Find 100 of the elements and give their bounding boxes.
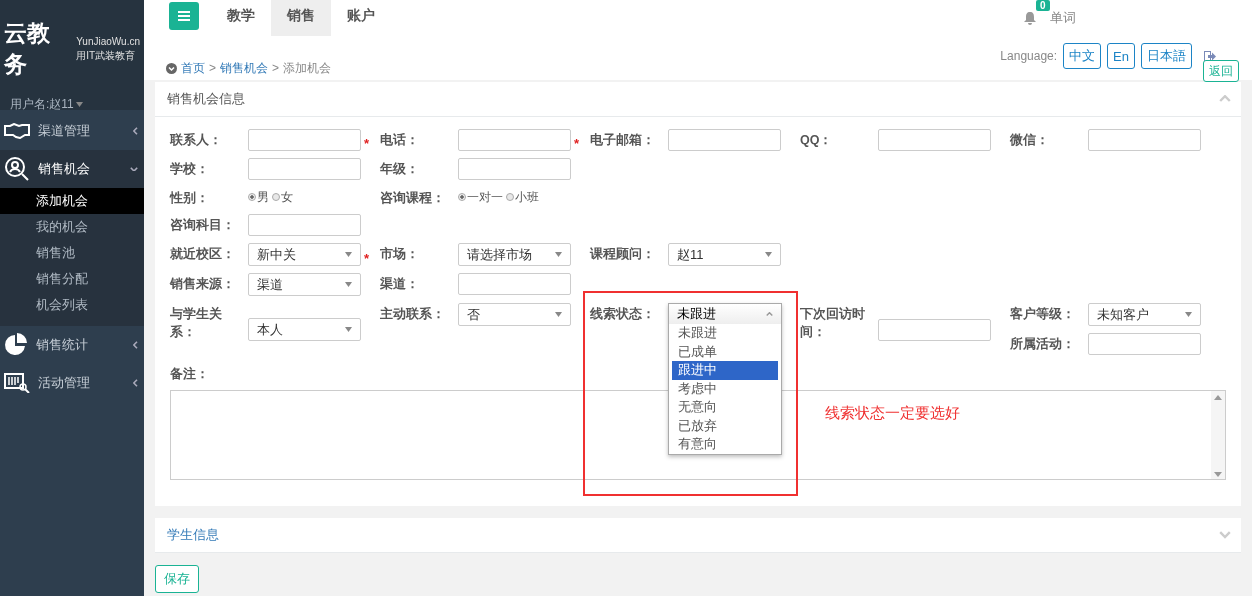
caret-icon: [765, 252, 772, 257]
dropdown-option[interactable]: 考虑中: [672, 379, 778, 398]
logout-icon[interactable]: [1204, 50, 1216, 62]
brand-logo: 云教务: [4, 19, 51, 79]
sidebar-subitem[interactable]: 我的机会: [0, 214, 144, 240]
field-label: 电话：: [380, 132, 420, 149]
field-label: 课程顾问：: [590, 246, 656, 263]
user-menu[interactable]: 用户名:赵11: [4, 96, 140, 113]
required-mark: *: [363, 136, 371, 151]
language-button[interactable]: 日本語: [1141, 43, 1192, 69]
text-field[interactable]: [458, 129, 571, 151]
nav-tab[interactable]: 销售: [271, 0, 331, 36]
field-label: 微信：: [1010, 132, 1050, 149]
field-label: 下次回访时间：: [800, 306, 866, 341]
select-field[interactable]: 赵11: [668, 243, 781, 266]
text-field[interactable]: [1088, 333, 1201, 355]
select-field[interactable]: 未知客户: [1088, 303, 1201, 326]
field-label: QQ：: [800, 132, 834, 149]
field-label: 销售来源：: [170, 276, 236, 293]
user-search-icon: [4, 156, 30, 182]
sidebar-subitem[interactable]: 机会列表: [0, 292, 144, 318]
dropdown-option[interactable]: 已放弃: [672, 416, 778, 435]
words-link[interactable]: 单词: [1050, 9, 1076, 27]
language-button[interactable]: En: [1107, 43, 1135, 69]
text-field[interactable]: [878, 129, 991, 151]
breadcrumb-separator: >: [272, 61, 280, 75]
sidebar-subitem[interactable]: 添加机会: [0, 188, 144, 214]
text-field[interactable]: [458, 273, 571, 295]
text-field[interactable]: [668, 129, 781, 151]
brand-domain: YunJiaoWu.cn: [76, 35, 140, 47]
field-label: 主动联系：: [380, 305, 446, 323]
text-field[interactable]: [248, 129, 361, 151]
select-field[interactable]: 否: [458, 303, 571, 326]
field-label: 就近校区：: [170, 246, 236, 263]
field-label: 与学生关系：: [170, 306, 223, 341]
breadcrumb-current: 添加机会: [283, 59, 332, 77]
text-field[interactable]: [1088, 129, 1201, 151]
caret-icon: [555, 252, 562, 257]
text-field[interactable]: [248, 158, 361, 180]
caret-icon: [75, 102, 83, 107]
scroll-down-icon[interactable]: [1214, 472, 1222, 477]
radio-option[interactable]: 女: [272, 188, 293, 206]
brand-slogan: 用IT武装教育: [76, 48, 137, 63]
caret-icon: [1185, 312, 1192, 317]
select-field[interactable]: 新中关: [248, 243, 361, 266]
field-label: 所属活动：: [1010, 336, 1076, 353]
sidebar-item[interactable]: 渠道管理: [0, 112, 144, 150]
chevron-left-icon: [133, 127, 138, 135]
field-label: 渠道：: [380, 276, 420, 293]
chevron-down-icon: [130, 166, 138, 172]
chevron-circle-icon: [166, 62, 177, 74]
breadcrumb-link[interactable]: 首页: [181, 59, 205, 77]
sidebar-subitem[interactable]: 销售池: [0, 240, 144, 266]
notification-badge: 0: [1036, 0, 1050, 11]
field-label: 咨询课程：: [380, 190, 446, 207]
radio-option[interactable]: 一对一: [458, 188, 503, 206]
field-label: 客户等级：: [1010, 305, 1076, 323]
barcode-search-icon: [4, 373, 30, 393]
annotation-text: 线索状态一定要选好: [825, 404, 960, 423]
sidebar-item[interactable]: 活动管理: [0, 364, 144, 402]
field-label: 线索状态：: [590, 306, 656, 323]
panel-title[interactable]: 学生信息: [167, 526, 219, 544]
breadcrumb-separator: >: [209, 61, 216, 75]
sidebar-item[interactable]: 销售统计: [0, 326, 144, 364]
menu-icon: [178, 11, 190, 21]
pie-chart-icon: [4, 333, 28, 357]
text-field[interactable]: [248, 214, 361, 236]
dropdown-option[interactable]: 未跟进: [672, 324, 778, 343]
language-button[interactable]: 中文: [1063, 43, 1102, 69]
field-label: 备注：: [170, 366, 209, 383]
menu-button[interactable]: [169, 2, 199, 30]
caret-icon: [555, 312, 562, 317]
select-field[interactable]: 渠道: [248, 273, 361, 296]
caret-icon: [345, 282, 352, 287]
field-label: 年级：: [380, 161, 420, 178]
field-label: 咨询科目：: [170, 217, 236, 234]
select-field[interactable]: 请选择市场: [458, 243, 571, 266]
radio-option[interactable]: 男: [248, 188, 269, 206]
radio-option[interactable]: 小班: [506, 188, 539, 206]
select-field[interactable]: 本人: [248, 318, 361, 341]
sidebar-subitem[interactable]: 销售分配: [0, 266, 144, 292]
language-label: Language:: [1000, 49, 1058, 63]
select-field[interactable]: 未跟进: [669, 304, 781, 324]
required-mark: *: [573, 136, 581, 151]
dropdown-option[interactable]: 无意向: [672, 398, 778, 417]
sidebar-item[interactable]: 销售机会: [0, 150, 144, 188]
bell-icon[interactable]: [1024, 11, 1036, 25]
nav-tab[interactable]: 账户: [331, 0, 391, 36]
required-mark: *: [363, 251, 371, 266]
field-label: 学校：: [170, 161, 210, 178]
field-label: 电子邮箱：: [590, 132, 656, 149]
breadcrumb-link[interactable]: 销售机会: [220, 59, 268, 77]
nav-tab[interactable]: 教学: [211, 0, 271, 36]
handshake-icon: [4, 123, 30, 139]
text-field[interactable]: [458, 158, 571, 180]
scroll-up-icon[interactable]: [1214, 395, 1222, 400]
dropdown-option[interactable]: 已成单: [672, 342, 778, 361]
dropdown-option[interactable]: 跟进中: [672, 361, 778, 380]
dropdown-option[interactable]: 有意向: [672, 435, 778, 454]
text-field[interactable]: [878, 319, 991, 341]
